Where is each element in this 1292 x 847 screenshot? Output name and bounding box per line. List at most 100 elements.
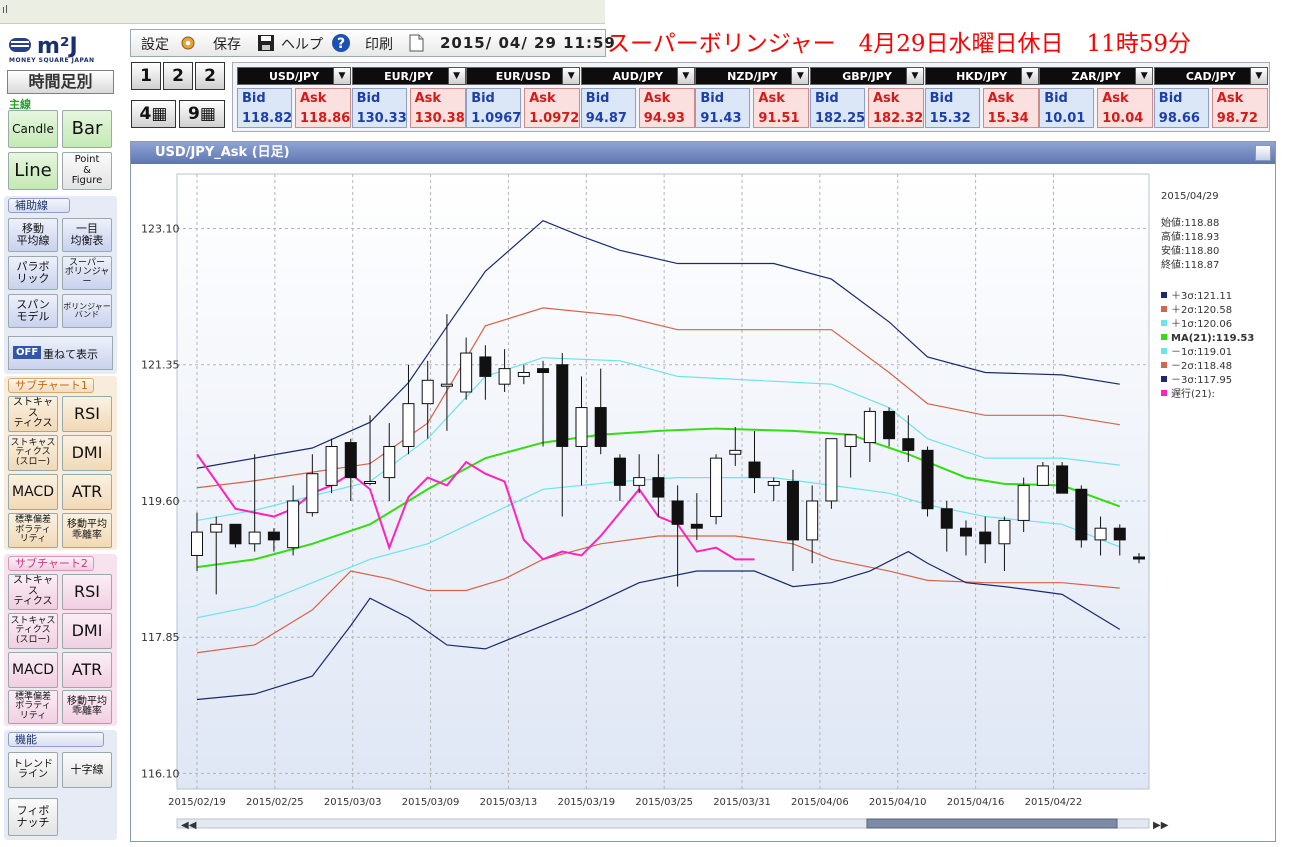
candle-body [556, 364, 569, 447]
sub2-atr-button[interactable]: ATR [62, 652, 112, 688]
trendline-button[interactable]: トレンド ライン [8, 752, 58, 788]
rate-card-usd-jpy[interactable]: USD/JPY ▼ Bid 118.82 Ask 118.86 [237, 67, 351, 129]
chevron-down-icon[interactable]: ▼ [1135, 67, 1154, 85]
sub1-dmi-button[interactable]: DMI [62, 435, 112, 471]
overlay-display-toggle[interactable]: OFF 重ねて表示 [8, 336, 113, 370]
bar-button[interactable]: Bar [62, 110, 112, 148]
candle-body [383, 445, 396, 479]
rate-card-gbp-jpy[interactable]: GBP/JPY ▼ Bid 182.25 Ask 182.32 [810, 67, 924, 129]
parabolic-button[interactable]: パラボ リック [8, 256, 58, 290]
rate-card-zar-jpy[interactable]: ZAR/JPY ▼ Bid 10.01 Ask 10.04 [1039, 67, 1154, 129]
sub2-stddev-volatility-button[interactable]: 標準偏差 ボラティ リティ [8, 690, 58, 724]
ask-label: Ask [529, 91, 556, 106]
overlay-toggle-state: OFF [13, 346, 42, 359]
candle-body [633, 477, 646, 486]
sub1-stochastics-button[interactable]: ストキャス ティクス [8, 396, 58, 432]
ask-box[interactable]: Ask 182.32 [868, 88, 924, 128]
rate-card-aud-jpy[interactable]: AUD/JPY ▼ Bid 94.87 Ask 94.93 [580, 67, 695, 129]
document-icon[interactable] [407, 34, 425, 52]
bid-box[interactable]: Bid 118.82 [237, 88, 292, 128]
chevron-down-icon[interactable]: ▼ [447, 67, 466, 85]
legend-swatch [1161, 320, 1167, 326]
info-ohlc: 高値:118.93 [1161, 230, 1219, 243]
ask-box[interactable]: Ask 98.72 [1211, 88, 1268, 128]
scrollbar-thumb [866, 818, 1118, 829]
bid-value: 91.43 [700, 111, 742, 126]
sub1-rsi-button[interactable]: RSI [62, 396, 112, 432]
maximize-icon[interactable] [1255, 145, 1271, 161]
sub2-rsi-button[interactable]: RSI [62, 574, 112, 610]
line-button[interactable]: Line [8, 152, 58, 190]
ask-box[interactable]: Ask 10.04 [1097, 88, 1154, 128]
ask-box[interactable]: Ask 94.93 [638, 88, 695, 128]
sub2-macd-button[interactable]: MACD [8, 652, 58, 688]
ask-box[interactable]: Ask 91.51 [753, 88, 810, 128]
sub2-dmi-button[interactable]: DMI [62, 613, 112, 649]
chevron-down-icon[interactable]: ▼ [1020, 67, 1039, 85]
rate-card-hkd-jpy[interactable]: HKD/JPY ▼ Bid 15.32 Ask 15.34 [924, 67, 1039, 129]
help-label[interactable]: ヘルプ [281, 34, 323, 54]
rate-card-eur-jpy[interactable]: EUR/JPY ▼ Bid 130.33 Ask 130.38 [351, 67, 466, 129]
bid-box[interactable]: Bid 98.66 [1153, 88, 1209, 128]
layout-9-button[interactable]: 9▦ [179, 100, 225, 128]
layout-4-button[interactable]: 4▦ [131, 100, 176, 128]
gear-icon[interactable] [179, 34, 197, 52]
candle-body [671, 500, 684, 525]
chevron-down-icon[interactable]: ▼ [562, 67, 581, 85]
moving-average-button[interactable]: 移動 平均線 [8, 218, 58, 252]
point-figure-button[interactable]: Point & Figure [62, 152, 112, 190]
sub1-macd-button[interactable]: MACD [8, 474, 58, 510]
super-bollinger-button[interactable]: スーパー ボリンジャー [62, 256, 112, 290]
sub1-ma-deviation-button[interactable]: 移動平均 乖離率 [62, 513, 112, 548]
sub2-ma-deviation-button[interactable]: 移動平均 乖離率 [62, 690, 112, 724]
rate-card-cad-jpy[interactable]: CAD/JPY ▼ Bid 98.66 Ask 98.72 [1153, 67, 1268, 129]
rate-card-eur-usd[interactable]: EUR/USD ▼ Bid 1.0967 Ask 1.0972 [466, 67, 581, 129]
ask-box[interactable]: Ask 118.86 [295, 88, 351, 128]
ask-label: Ask [300, 91, 327, 106]
layout-2v-button[interactable]: 2 [195, 62, 225, 90]
sub1-stddev-volatility-button[interactable]: 標準偏差 ボラティ リティ [8, 513, 58, 548]
chevron-down-icon[interactable]: ▼ [676, 67, 695, 85]
bid-box[interactable]: Bid 94.87 [580, 88, 636, 128]
timeframe-button[interactable]: 時間足別 [7, 70, 114, 94]
x-tick-label: 2015/03/03 [324, 797, 382, 808]
bid-box[interactable]: Bid 130.33 [351, 88, 407, 128]
sub1-atr-button[interactable]: ATR [62, 474, 112, 510]
bid-box[interactable]: Bid 91.43 [695, 88, 751, 128]
ask-box[interactable]: Ask 1.0972 [524, 88, 581, 128]
help-icon[interactable]: ? [331, 33, 351, 53]
chevron-down-icon[interactable]: ▼ [1249, 67, 1268, 85]
sub2-stochastics-button[interactable]: ストキャス ティクス [8, 574, 58, 610]
chevron-down-icon[interactable]: ▼ [791, 67, 810, 85]
chevron-down-icon[interactable]: ▼ [333, 67, 351, 85]
x-tick-label: 2015/03/31 [713, 797, 771, 808]
bid-box[interactable]: Bid 10.01 [1039, 88, 1095, 128]
fibonacci-button[interactable]: フィボ ナッチ [8, 798, 58, 836]
sub1-slow-stochastics-button[interactable]: ストキャス ティクス (スロー) [8, 435, 58, 471]
bollinger-band-button[interactable]: ボリンジャー バンド [62, 294, 112, 328]
ask-box[interactable]: Ask 15.34 [982, 88, 1039, 128]
floppy-disk-icon[interactable] [257, 34, 275, 52]
bid-label: Bid [242, 91, 266, 106]
settings-label[interactable]: 設定 [141, 34, 169, 54]
chevron-down-icon[interactable]: ▼ [906, 67, 924, 85]
candle-body [844, 434, 857, 447]
ask-box[interactable]: Ask 130.38 [409, 88, 466, 128]
chart-plot[interactable]: 123.10 121.35 119.60 117.85 116.10 2015/02/19… [131, 164, 1275, 841]
bid-box[interactable]: Bid 15.32 [924, 88, 980, 128]
layout-1-button[interactable]: 1 [131, 62, 161, 90]
print-label[interactable]: 印刷 [365, 34, 393, 54]
sub2-slow-stochastics-button[interactable]: ストキャス ティクス (スロー) [8, 613, 58, 649]
rate-card-nzd-jpy[interactable]: NZD/JPY ▼ Bid 91.43 Ask 91.51 [695, 67, 810, 129]
crosshair-button[interactable]: 十字線 [62, 752, 112, 788]
candle-body [191, 531, 203, 556]
ichimoku-button[interactable]: 一目 均衡表 [62, 218, 112, 252]
span-model-button[interactable]: スパン モデル [8, 294, 58, 328]
candle-body [1036, 465, 1049, 486]
bid-box[interactable]: Bid 182.25 [810, 88, 865, 128]
candle-body [729, 449, 742, 455]
layout-2h-button[interactable]: 2 [163, 62, 193, 90]
save-label[interactable]: 保存 [213, 34, 241, 54]
bid-box[interactable]: Bid 1.0967 [466, 88, 521, 128]
candle-button[interactable]: Candle [8, 110, 58, 148]
